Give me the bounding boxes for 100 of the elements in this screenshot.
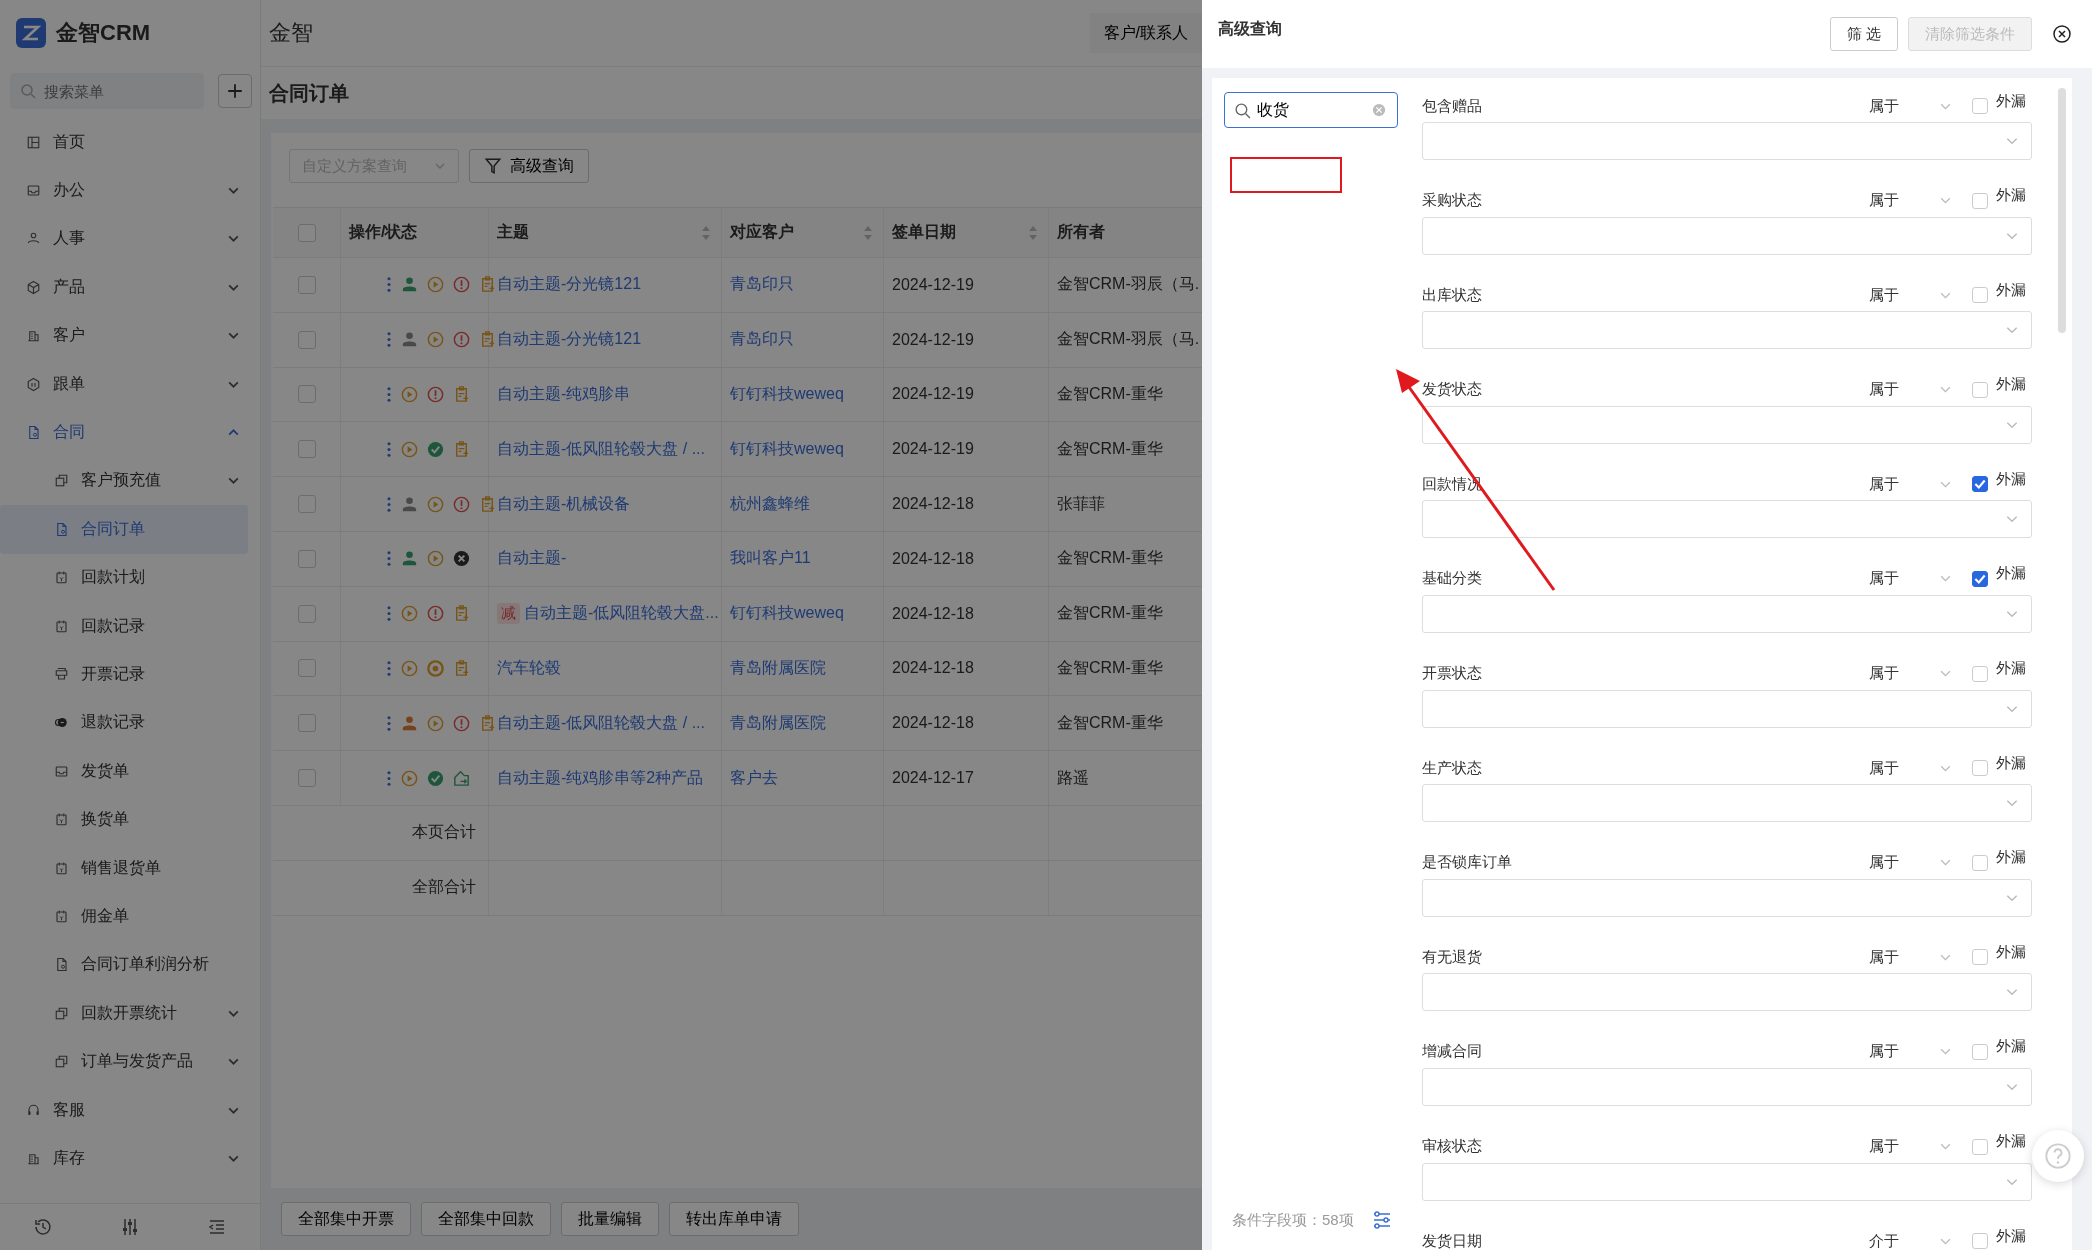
exclude-checkbox[interactable] — [1972, 570, 1988, 587]
play-icon[interactable] — [400, 439, 419, 459]
menu-item[interactable]: 退款记录 — [0, 698, 260, 748]
menu-item[interactable]: 合同 — [0, 408, 260, 457]
menu-item[interactable]: 客服 — [0, 1085, 260, 1135]
check-icon[interactable] — [426, 439, 445, 459]
menu-item[interactable]: 换货单 — [0, 795, 260, 844]
menu-item[interactable]: 订单与发货产品 — [0, 1037, 260, 1086]
play-icon[interactable] — [400, 604, 419, 624]
collapse-icon[interactable] — [206, 1217, 227, 1237]
check-icon[interactable] — [426, 768, 445, 788]
menu-item[interactable]: 合同订单 — [0, 505, 248, 554]
coin-icon[interactable] — [426, 658, 445, 678]
row-checkbox[interactable] — [297, 385, 316, 404]
row-checkbox[interactable] — [297, 330, 316, 349]
more-icon[interactable] — [385, 275, 393, 295]
more-icon[interactable] — [385, 549, 393, 569]
value-select[interactable] — [1422, 784, 2032, 823]
subject-link[interactable]: 自动主题-纯鸡胗串等2种产品 — [497, 767, 704, 789]
subject-link[interactable]: 自动主题-分光镜121 — [497, 274, 642, 296]
customer-link[interactable]: 青岛附属医院 — [730, 657, 826, 679]
operator-select[interactable]: 属于 — [1869, 380, 1952, 400]
row-checkbox[interactable] — [297, 659, 316, 678]
customer-link[interactable]: 我叫客户11 — [730, 548, 811, 570]
alert-icon[interactable] — [452, 330, 471, 350]
menu-item[interactable]: 合同订单利润分析 — [0, 940, 260, 990]
value-select[interactable] — [1422, 216, 2032, 255]
more-icon[interactable] — [385, 658, 393, 678]
play-icon[interactable] — [426, 713, 445, 733]
value-select[interactable] — [1422, 1067, 2032, 1106]
row-checkbox[interactable] — [297, 495, 316, 514]
operator-select[interactable]: 介于 — [1869, 1231, 1952, 1250]
alert-icon[interactable] — [426, 604, 445, 624]
sort-icon[interactable] — [1028, 224, 1038, 241]
customer-link[interactable]: 青岛附属医院 — [730, 712, 826, 734]
play-icon[interactable] — [426, 275, 445, 295]
menu-item[interactable]: 回款计划 — [0, 553, 260, 602]
customer-link[interactable]: 钉钉科技weweq — [730, 603, 844, 625]
menu-item[interactable]: 回款开票统计 — [0, 989, 260, 1038]
row-checkbox[interactable] — [297, 275, 316, 294]
customer-link[interactable]: 客户去 — [730, 767, 778, 789]
sort-icon[interactable] — [701, 224, 711, 241]
history-icon[interactable] — [33, 1217, 54, 1237]
close-icon[interactable] — [2052, 24, 2072, 44]
operator-select[interactable]: 属于 — [1869, 569, 1952, 589]
more-icon[interactable] — [385, 439, 393, 459]
more-icon[interactable] — [385, 604, 393, 624]
operator-select[interactable]: 属于 — [1869, 758, 1952, 778]
menu-item[interactable]: 人事 — [0, 214, 260, 264]
subject-link[interactable]: 自动主题-低风阻轮毂大盘... — [524, 603, 719, 625]
play-icon[interactable] — [400, 385, 419, 404]
value-select[interactable] — [1422, 500, 2032, 539]
more-icon[interactable] — [385, 330, 393, 350]
customer-link[interactable]: 钉钉科技weweq — [730, 384, 844, 405]
row-checkbox[interactable] — [297, 549, 316, 568]
alert-icon[interactable] — [426, 385, 445, 404]
menu-item[interactable]: 跟单 — [0, 359, 260, 409]
person-icon[interactable] — [402, 277, 417, 292]
more-icon[interactable] — [385, 494, 393, 514]
action-button[interactable]: 全部集中开票 — [281, 1202, 411, 1236]
more-icon[interactable] — [385, 768, 393, 788]
operator-select[interactable]: 属于 — [1869, 1042, 1952, 1062]
subject-link[interactable]: 自动主题-纯鸡胗串 — [497, 384, 631, 405]
menu-item[interactable]: 首页 — [0, 118, 260, 167]
more-icon[interactable] — [385, 385, 393, 404]
contact-button[interactable]: 客户/联系人 — [1089, 13, 1202, 53]
row-checkbox[interactable] — [297, 714, 316, 733]
add-button[interactable] — [218, 74, 252, 108]
select-all-checkbox[interactable] — [297, 223, 316, 242]
play-icon[interactable] — [426, 330, 445, 350]
play-icon[interactable] — [426, 494, 445, 514]
subject-link[interactable]: 自动主题-低风阻轮毂大盘 / ... — [497, 712, 705, 734]
menu-item[interactable]: 客户预充值 — [0, 456, 260, 506]
sort-icon[interactable] — [863, 224, 873, 241]
menu-search-field[interactable]: 搜索菜单 — [42, 81, 166, 101]
play-icon[interactable] — [400, 768, 419, 788]
operator-select[interactable]: 属于 — [1869, 474, 1952, 494]
play-icon[interactable] — [400, 658, 419, 678]
customer-link[interactable]: 杭州鑫蜂维 — [730, 493, 810, 515]
operator-select[interactable]: 属于 — [1869, 191, 1952, 211]
person-icon[interactable] — [402, 496, 417, 511]
share-icon[interactable] — [452, 768, 471, 788]
person-icon[interactable] — [402, 551, 417, 566]
person-icon[interactable] — [402, 332, 417, 347]
alert-icon[interactable] — [452, 713, 471, 733]
operator-select[interactable]: 属于 — [1869, 664, 1952, 684]
more-icon[interactable] — [385, 713, 393, 733]
value-select[interactable] — [1422, 594, 2032, 633]
customer-link[interactable]: 青岛印只 — [730, 329, 794, 351]
value-select[interactable] — [1422, 405, 2032, 444]
value-select[interactable] — [1422, 878, 2032, 917]
subject-link[interactable]: 汽车轮毂 — [497, 657, 561, 679]
row-checkbox[interactable] — [297, 604, 316, 623]
subject-link[interactable]: 自动主题-低风阻轮毂大盘 / ... — [497, 438, 705, 460]
cancel-icon[interactable] — [452, 549, 471, 569]
subject-link[interactable]: 自动主题-机械设备 — [497, 493, 631, 515]
menu-item[interactable]: 客户 — [0, 311, 260, 360]
customer-link[interactable]: 青岛印只 — [730, 274, 794, 296]
subject-link[interactable]: 自动主题- — [497, 548, 567, 570]
operator-select[interactable]: 属于 — [1869, 1137, 1952, 1157]
